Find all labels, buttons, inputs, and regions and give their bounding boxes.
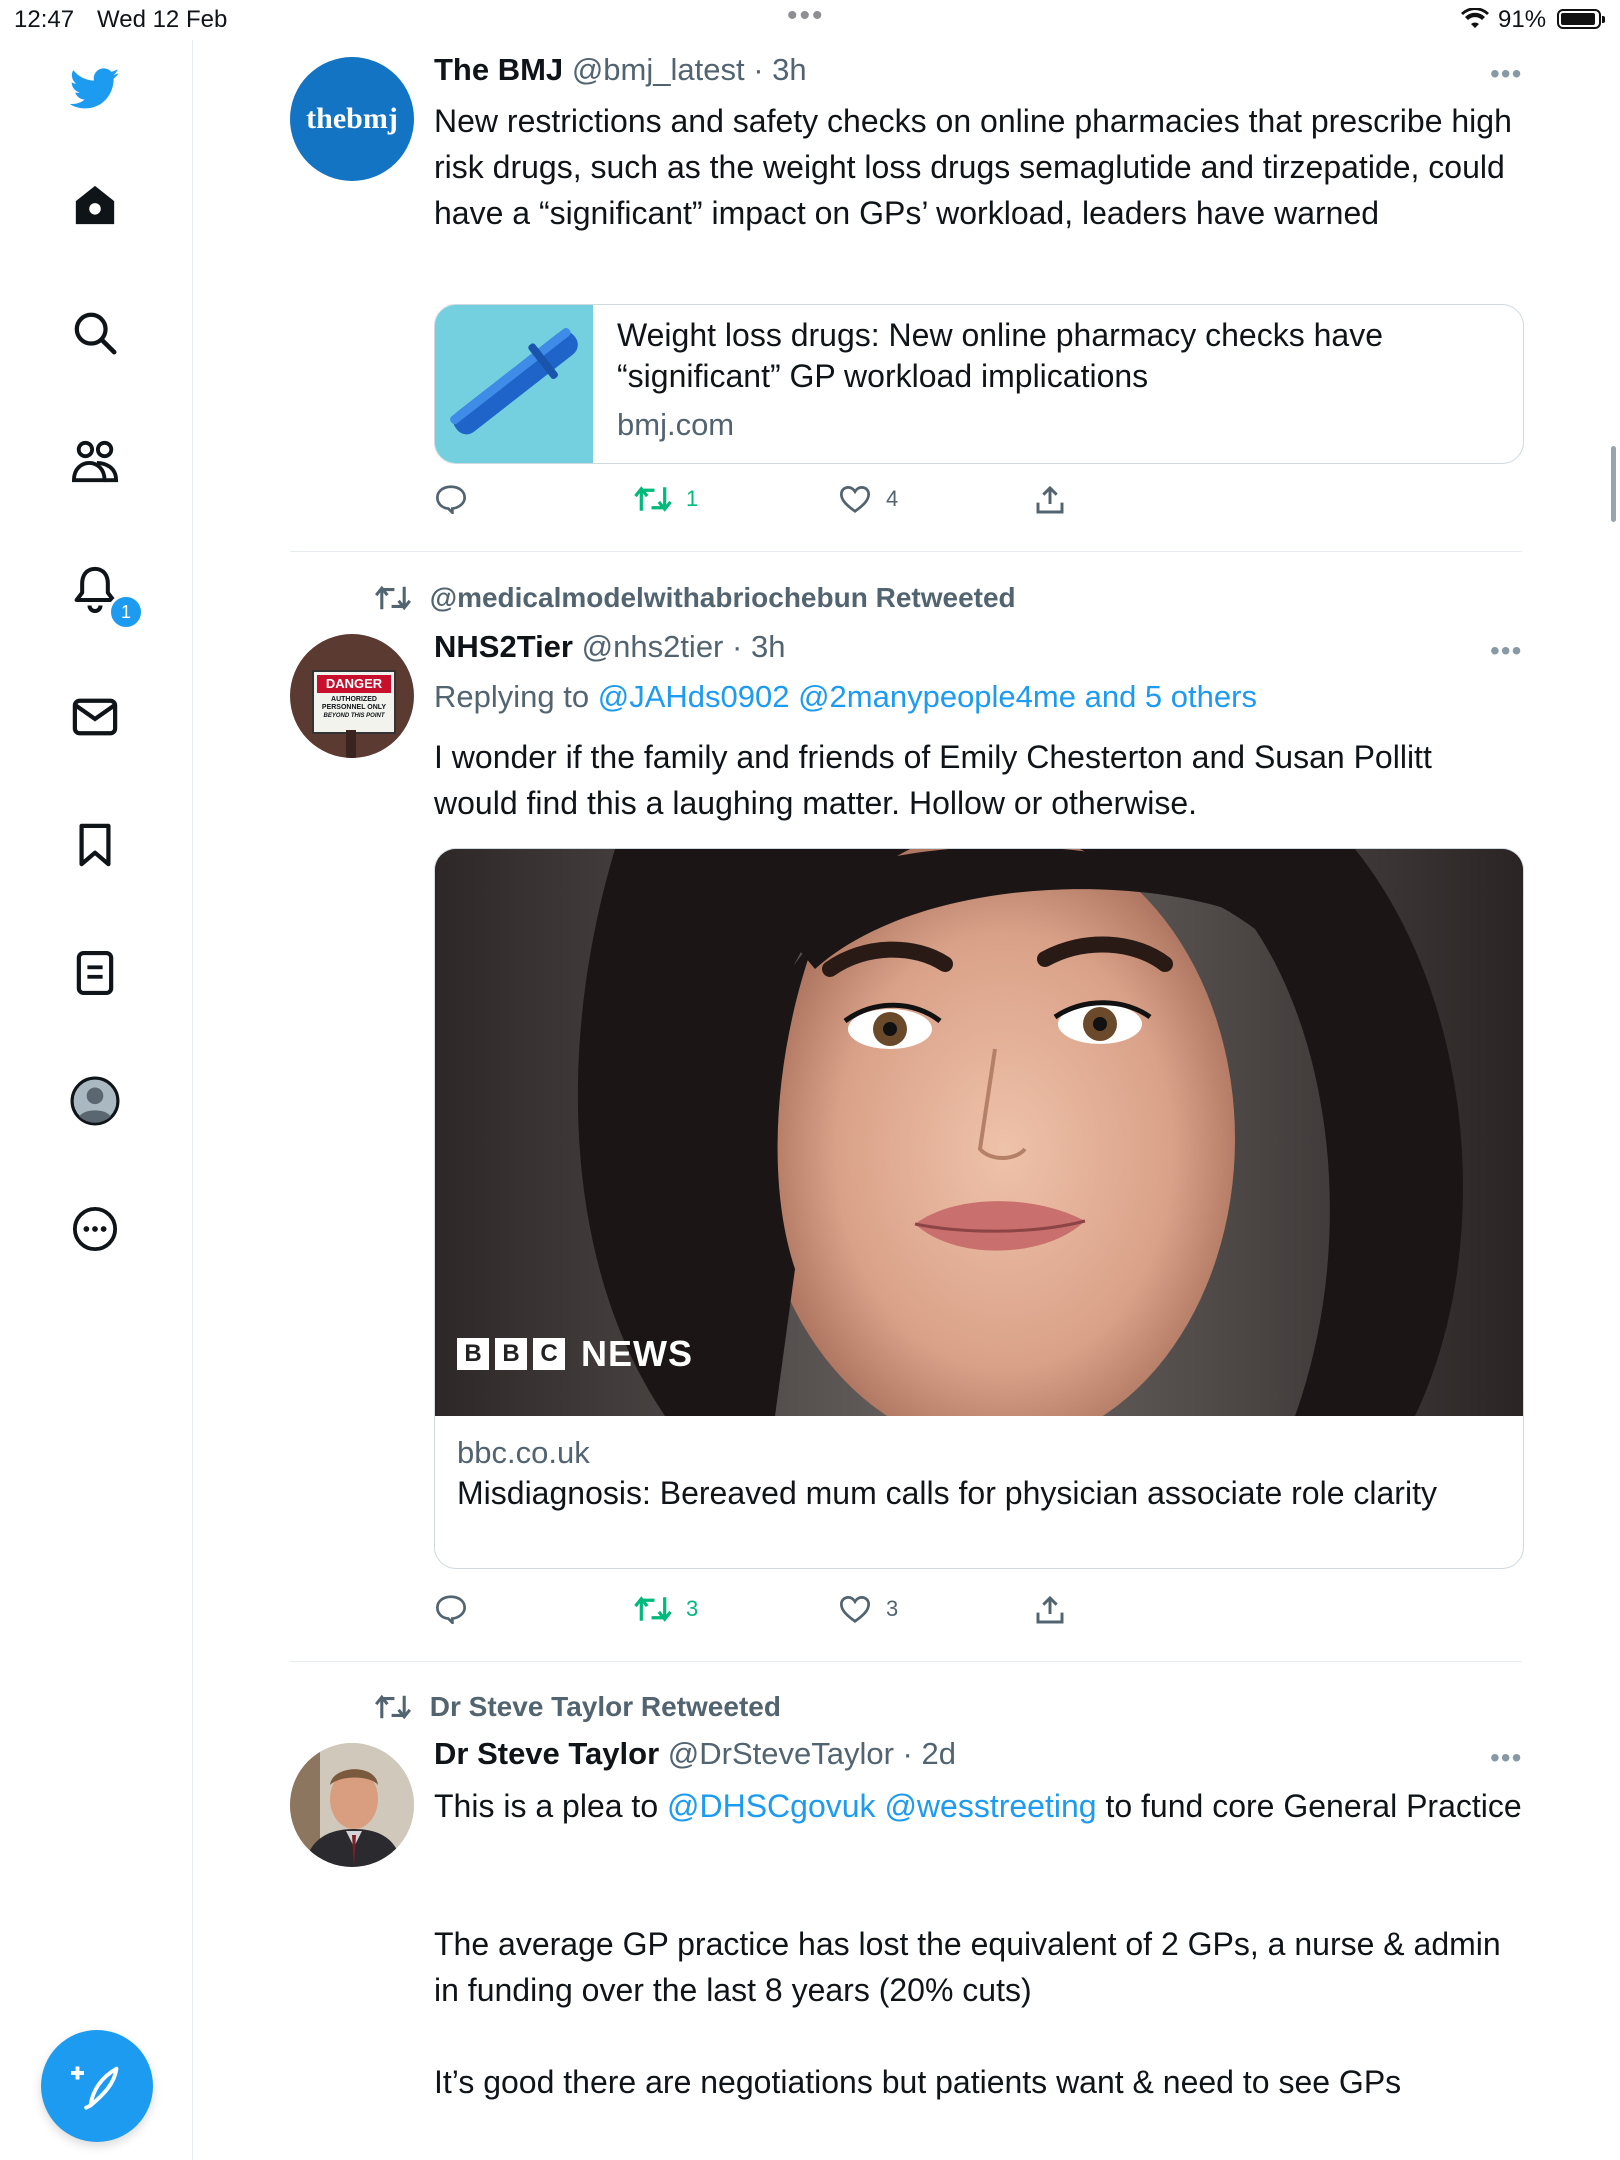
battery-percent: 91% (1498, 6, 1547, 33)
compose-tweet-button[interactable] (41, 2030, 153, 2142)
sidebar-nav: 1 (0, 40, 193, 2160)
card-title: Weight loss drugs: New online pharmacy c… (617, 317, 1383, 394)
mention-dhscgovuk[interactable]: @DHSCgovuk (667, 1788, 876, 1824)
avatar[interactable]: DANGER AUTHORIZED PERSONNEL ONLY BEYOND … (290, 634, 414, 758)
tweet-text: This is a plea to @DHSCgovuk @wesstreeti… (434, 1783, 1524, 1829)
tweet-actions: 1 4 (434, 484, 1134, 524)
like-count: 3 (886, 1596, 899, 1621)
link-card[interactable]: B B C NEWS bbc.co.uk Misdiagnosis: Berea… (434, 848, 1524, 1569)
replying-to-users[interactable]: @JAHds0902 @2manypeople4me and 5 others (598, 679, 1257, 714)
notification-badge: 1 (108, 594, 144, 630)
retweet-icon (634, 486, 672, 512)
retweet-count: 1 (686, 486, 699, 511)
retweet-count: 3 (686, 1596, 699, 1621)
status-date: Wed 12 Feb (97, 6, 228, 33)
reply-button[interactable] (434, 1594, 468, 1624)
more-icon[interactable] (70, 1204, 120, 1254)
card-domain: bbc.co.uk (457, 1435, 590, 1470)
tweet-time[interactable]: · 2d (903, 1736, 956, 1771)
status-bar: 12:47 Wed 12 Feb ••• 91% (0, 0, 1620, 40)
like-button[interactable]: 4 (838, 484, 898, 514)
retweeted-by-label[interactable]: Dr Steve Taylor Retweeted (430, 1691, 781, 1722)
author-handle[interactable]: @DrSteveTaylor (668, 1736, 894, 1771)
twitter-bird-icon[interactable] (70, 64, 120, 114)
retweet-icon (634, 1596, 672, 1622)
bbc-news-logo: B B C NEWS (457, 1333, 693, 1375)
retweeted-by-label[interactable]: @medicalmodelwithabriochebun Retweeted (430, 582, 1016, 613)
more-options-icon[interactable]: ••• (1490, 1742, 1522, 1774)
card-image: B B C NEWS (435, 849, 1523, 1416)
retweet-button[interactable]: 3 (634, 1594, 698, 1624)
mention-wesstreeting[interactable]: @wesstreeting (884, 1788, 1096, 1824)
messages-icon[interactable] (70, 692, 120, 742)
replying-to: Replying to @JAHds0902 @2manypeople4me a… (434, 679, 1257, 715)
more-options-icon[interactable]: ••• (1490, 58, 1522, 90)
tweet-text: New restrictions and safety checks on on… (434, 103, 1521, 231)
retweet-icon (374, 585, 412, 611)
retweet-icon (374, 1694, 412, 1720)
wifi-icon (1461, 7, 1489, 37)
card-domain: bmj.com (617, 407, 735, 442)
author-name[interactable]: NHS2Tier (434, 629, 573, 664)
share-icon (1036, 1595, 1064, 1624)
tweet-divider (290, 1661, 1522, 1662)
retweet-button[interactable]: 1 (634, 484, 698, 514)
author-handle[interactable]: @bmj_latest (572, 52, 745, 87)
reply-button[interactable] (434, 484, 468, 514)
like-count: 4 (886, 486, 899, 511)
tweet-header: The BMJ @bmj_latest · 3h (434, 52, 807, 88)
avatar-danger-sign: DANGER AUTHORIZED PERSONNEL ONLY BEYOND … (312, 670, 396, 734)
multitasking-dots-icon[interactable]: ••• (787, 1, 825, 31)
tweet-paragraph-3: It’s good there are negotiations but pat… (434, 2064, 1402, 2100)
tweet-text-prefix: This is a plea to (434, 1788, 667, 1824)
link-card[interactable]: Weight loss drugs: New online pharmacy c… (434, 304, 1524, 464)
tweet-actions: 3 3 (434, 1594, 1134, 1634)
card-thumbnail (435, 305, 593, 463)
tweet-paragraph-2: The average GP practice has lost the equ… (434, 1926, 1510, 2008)
author-handle[interactable]: @nhs2tier (582, 629, 724, 664)
bookmarks-icon[interactable] (70, 820, 120, 870)
more-options-icon[interactable]: ••• (1490, 635, 1522, 667)
replying-to-prefix: Replying to (434, 679, 598, 714)
tweet-header: NHS2Tier @nhs2tier · 3h (434, 629, 785, 665)
tweet-header: Dr Steve Taylor @DrSteveTaylor · 2d (434, 1736, 956, 1772)
author-name[interactable]: The BMJ (434, 52, 563, 87)
home-icon[interactable] (70, 180, 120, 230)
avatar[interactable]: thebmj (290, 57, 414, 181)
tweet-text: I wonder if the family and friends of Em… (434, 739, 1441, 821)
battery-icon (1557, 9, 1605, 29)
card-title: Misdiagnosis: Bereaved mum calls for phy… (457, 1475, 1437, 1511)
author-name[interactable]: Dr Steve Taylor (434, 1736, 659, 1771)
search-icon[interactable] (70, 308, 120, 358)
scrollbar[interactable] (1611, 446, 1616, 522)
status-time: 12:47 (14, 6, 75, 33)
avatar-logo-text: thebmj (306, 102, 398, 135)
tweet-time[interactable]: · 3h (753, 52, 806, 87)
profile-icon[interactable] (70, 1076, 120, 1126)
tweet-time[interactable]: · 3h (732, 629, 785, 664)
tweet-divider (290, 551, 1522, 552)
retweeted-by: Dr Steve Taylor Retweeted (374, 1691, 781, 1723)
share-icon (1036, 485, 1064, 514)
lists-icon[interactable] (70, 948, 120, 998)
tweet-text-suffix: to fund core General Practice (1096, 1788, 1522, 1824)
share-button[interactable] (1034, 1594, 1066, 1626)
like-button[interactable]: 3 (838, 1594, 898, 1624)
share-button[interactable] (1034, 484, 1066, 516)
retweeted-by: @medicalmodelwithabriochebun Retweeted (374, 582, 1016, 614)
communities-icon[interactable] (70, 436, 120, 486)
avatar[interactable] (290, 1743, 414, 1867)
